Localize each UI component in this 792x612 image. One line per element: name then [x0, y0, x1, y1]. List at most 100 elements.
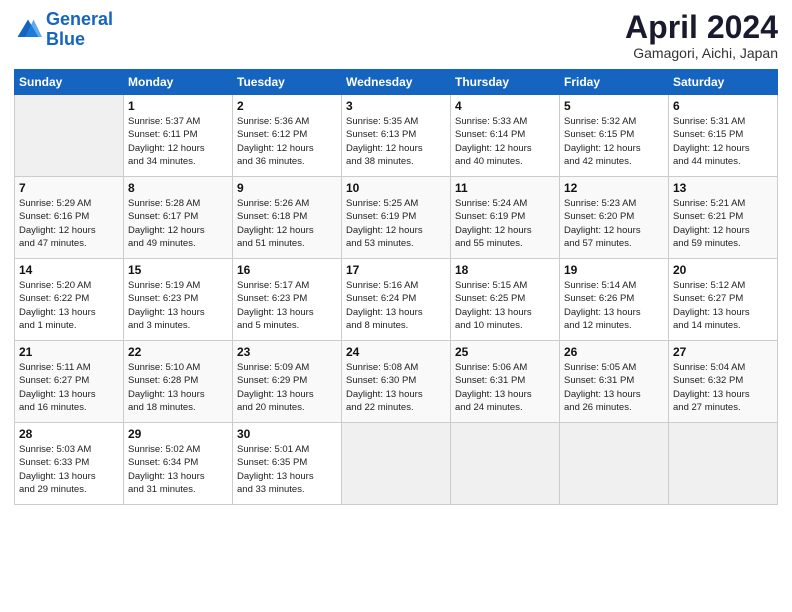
- day-number: 5: [564, 99, 664, 113]
- calendar-cell: 1 Sunrise: 5:37 AM Sunset: 6:11 PM Daylig…: [124, 95, 233, 177]
- day-info: Sunrise: 5:19 AM Sunset: 6:23 PM Dayligh…: [128, 279, 228, 332]
- day-number: 6: [673, 99, 773, 113]
- calendar-table: SundayMondayTuesdayWednesdayThursdayFrid…: [14, 69, 778, 505]
- calendar-cell: 17Sunrise: 5:16 AM Sunset: 6:24 PM Dayli…: [342, 259, 451, 341]
- day-number: 29: [128, 427, 228, 441]
- calendar-cell: 26 Sunrise: 5:05 AM Sunset: 6:31 PM Dayli…: [560, 341, 669, 423]
- day-number: 12: [564, 181, 664, 195]
- day-info: Sunrise: 5:14 AM Sunset: 6:26 PM Dayligh…: [564, 279, 664, 332]
- day-number: 30: [237, 427, 337, 441]
- day-number: 8: [128, 181, 228, 195]
- day-info: Sunrise: 5:36 AM Sunset: 6:12 PM Dayligh…: [237, 115, 337, 168]
- calendar-week-row: 14 Sunrise: 5:20 AM Sunset: 6:22 PM Dayli…: [15, 259, 778, 341]
- day-info: Sunrise: 5:06 AM Sunset: 6:31 PM Dayligh…: [455, 361, 555, 414]
- logo: General Blue: [14, 10, 113, 50]
- day-info: Sunrise: 5:28 AM Sunset: 6:17 PM Dayligh…: [128, 197, 228, 250]
- day-info: Sunrise: 5:24 AM Sunset: 6:19 PM Dayligh…: [455, 197, 555, 250]
- calendar-cell: 23 Sunrise: 5:09 AM Sunset: 6:29 PM Dayli…: [233, 341, 342, 423]
- calendar-cell: 7Sunrise: 5:29 AM Sunset: 6:16 PM Daylig…: [15, 177, 124, 259]
- day-info: Sunrise: 5:15 AM Sunset: 6:25 PM Dayligh…: [455, 279, 555, 332]
- weekday-header: Thursday: [451, 70, 560, 95]
- calendar-cell: 29 Sunrise: 5:02 AM Sunset: 6:34 PM Dayli…: [124, 423, 233, 505]
- weekday-header: Wednesday: [342, 70, 451, 95]
- day-info: Sunrise: 5:31 AM Sunset: 6:15 PM Dayligh…: [673, 115, 773, 168]
- day-info: Sunrise: 5:12 AM Sunset: 6:27 PM Dayligh…: [673, 279, 773, 332]
- calendar-cell: 25Sunrise: 5:06 AM Sunset: 6:31 PM Dayli…: [451, 341, 560, 423]
- day-number: 27: [673, 345, 773, 359]
- weekday-header: Tuesday: [233, 70, 342, 95]
- day-number: 2: [237, 99, 337, 113]
- calendar-cell: 22 Sunrise: 5:10 AM Sunset: 6:28 PM Dayli…: [124, 341, 233, 423]
- calendar-cell: [669, 423, 778, 505]
- day-number: 15: [128, 263, 228, 277]
- day-info: Sunrise: 5:11 AM Sunset: 6:27 PM Dayligh…: [19, 361, 119, 414]
- day-number: 4: [455, 99, 555, 113]
- calendar-cell: 19Sunrise: 5:14 AM Sunset: 6:26 PM Dayli…: [560, 259, 669, 341]
- calendar-cell: 4 Sunrise: 5:33 AM Sunset: 6:14 PM Daylig…: [451, 95, 560, 177]
- day-number: 13: [673, 181, 773, 195]
- day-info: Sunrise: 5:10 AM Sunset: 6:28 PM Dayligh…: [128, 361, 228, 414]
- calendar-cell: 20 Sunrise: 5:12 AM Sunset: 6:27 PM Dayli…: [669, 259, 778, 341]
- calendar-cell: 27 Sunrise: 5:04 AM Sunset: 6:32 PM Dayli…: [669, 341, 778, 423]
- calendar-cell: 28 Sunrise: 5:03 AM Sunset: 6:33 PM Dayli…: [15, 423, 124, 505]
- day-info: Sunrise: 5:21 AM Sunset: 6:21 PM Dayligh…: [673, 197, 773, 250]
- day-info: Sunrise: 5:33 AM Sunset: 6:14 PM Dayligh…: [455, 115, 555, 168]
- weekday-header: Monday: [124, 70, 233, 95]
- calendar-cell: 2 Sunrise: 5:36 AM Sunset: 6:12 PM Daylig…: [233, 95, 342, 177]
- weekday-header: Saturday: [669, 70, 778, 95]
- day-number: 23: [237, 345, 337, 359]
- day-info: Sunrise: 5:35 AM Sunset: 6:13 PM Dayligh…: [346, 115, 446, 168]
- weekday-header-row: SundayMondayTuesdayWednesdayThursdayFrid…: [15, 70, 778, 95]
- day-info: Sunrise: 5:26 AM Sunset: 6:18 PM Dayligh…: [237, 197, 337, 250]
- title-block: April 2024 Gamagori, Aichi, Japan: [625, 10, 778, 61]
- calendar-cell: 12 Sunrise: 5:23 AM Sunset: 6:20 PM Dayli…: [560, 177, 669, 259]
- day-info: Sunrise: 5:16 AM Sunset: 6:24 PM Dayligh…: [346, 279, 446, 332]
- calendar-cell: 14 Sunrise: 5:20 AM Sunset: 6:22 PM Dayli…: [15, 259, 124, 341]
- day-number: 11: [455, 181, 555, 195]
- calendar-cell: 21 Sunrise: 5:11 AM Sunset: 6:27 PM Dayli…: [15, 341, 124, 423]
- day-info: Sunrise: 5:02 AM Sunset: 6:34 PM Dayligh…: [128, 443, 228, 496]
- main-container: General Blue April 2024 Gamagori, Aichi,…: [0, 0, 792, 515]
- day-info: Sunrise: 5:25 AM Sunset: 6:19 PM Dayligh…: [346, 197, 446, 250]
- day-info: Sunrise: 5:03 AM Sunset: 6:33 PM Dayligh…: [19, 443, 119, 496]
- calendar-cell: 13 Sunrise: 5:21 AM Sunset: 6:21 PM Dayli…: [669, 177, 778, 259]
- calendar-cell: 18Sunrise: 5:15 AM Sunset: 6:25 PM Dayli…: [451, 259, 560, 341]
- day-info: Sunrise: 5:01 AM Sunset: 6:35 PM Dayligh…: [237, 443, 337, 496]
- calendar-cell: 15 Sunrise: 5:19 AM Sunset: 6:23 PM Dayli…: [124, 259, 233, 341]
- logo-text: General Blue: [46, 10, 113, 50]
- day-info: Sunrise: 5:20 AM Sunset: 6:22 PM Dayligh…: [19, 279, 119, 332]
- calendar-week-row: 21 Sunrise: 5:11 AM Sunset: 6:27 PM Dayli…: [15, 341, 778, 423]
- calendar-cell: 3 Sunrise: 5:35 AM Sunset: 6:13 PM Daylig…: [342, 95, 451, 177]
- logo-line2: Blue: [46, 29, 85, 49]
- day-info: Sunrise: 5:09 AM Sunset: 6:29 PM Dayligh…: [237, 361, 337, 414]
- calendar-cell: 8 Sunrise: 5:28 AM Sunset: 6:17 PM Daylig…: [124, 177, 233, 259]
- day-number: 7: [19, 181, 119, 195]
- day-number: 26: [564, 345, 664, 359]
- day-number: 1: [128, 99, 228, 113]
- day-number: 9: [237, 181, 337, 195]
- day-number: 3: [346, 99, 446, 113]
- calendar-cell: [560, 423, 669, 505]
- day-number: 20: [673, 263, 773, 277]
- day-info: Sunrise: 5:08 AM Sunset: 6:30 PM Dayligh…: [346, 361, 446, 414]
- day-number: 14: [19, 263, 119, 277]
- logo-icon: [14, 16, 42, 44]
- day-info: Sunrise: 5:32 AM Sunset: 6:15 PM Dayligh…: [564, 115, 664, 168]
- day-info: Sunrise: 5:23 AM Sunset: 6:20 PM Dayligh…: [564, 197, 664, 250]
- day-info: Sunrise: 5:04 AM Sunset: 6:32 PM Dayligh…: [673, 361, 773, 414]
- calendar-cell: 16Sunrise: 5:17 AM Sunset: 6:23 PM Dayli…: [233, 259, 342, 341]
- calendar-cell: 11 Sunrise: 5:24 AM Sunset: 6:19 PM Dayli…: [451, 177, 560, 259]
- day-number: 22: [128, 345, 228, 359]
- calendar-cell: 10 Sunrise: 5:25 AM Sunset: 6:19 PM Dayli…: [342, 177, 451, 259]
- day-number: 28: [19, 427, 119, 441]
- day-number: 10: [346, 181, 446, 195]
- calendar-cell: 24Sunrise: 5:08 AM Sunset: 6:30 PM Dayli…: [342, 341, 451, 423]
- location-subtitle: Gamagori, Aichi, Japan: [625, 45, 778, 61]
- day-info: Sunrise: 5:05 AM Sunset: 6:31 PM Dayligh…: [564, 361, 664, 414]
- calendar-week-row: 1 Sunrise: 5:37 AM Sunset: 6:11 PM Daylig…: [15, 95, 778, 177]
- weekday-header: Friday: [560, 70, 669, 95]
- day-number: 21: [19, 345, 119, 359]
- calendar-cell: 6 Sunrise: 5:31 AM Sunset: 6:15 PM Daylig…: [669, 95, 778, 177]
- day-info: Sunrise: 5:37 AM Sunset: 6:11 PM Dayligh…: [128, 115, 228, 168]
- calendar-cell: [342, 423, 451, 505]
